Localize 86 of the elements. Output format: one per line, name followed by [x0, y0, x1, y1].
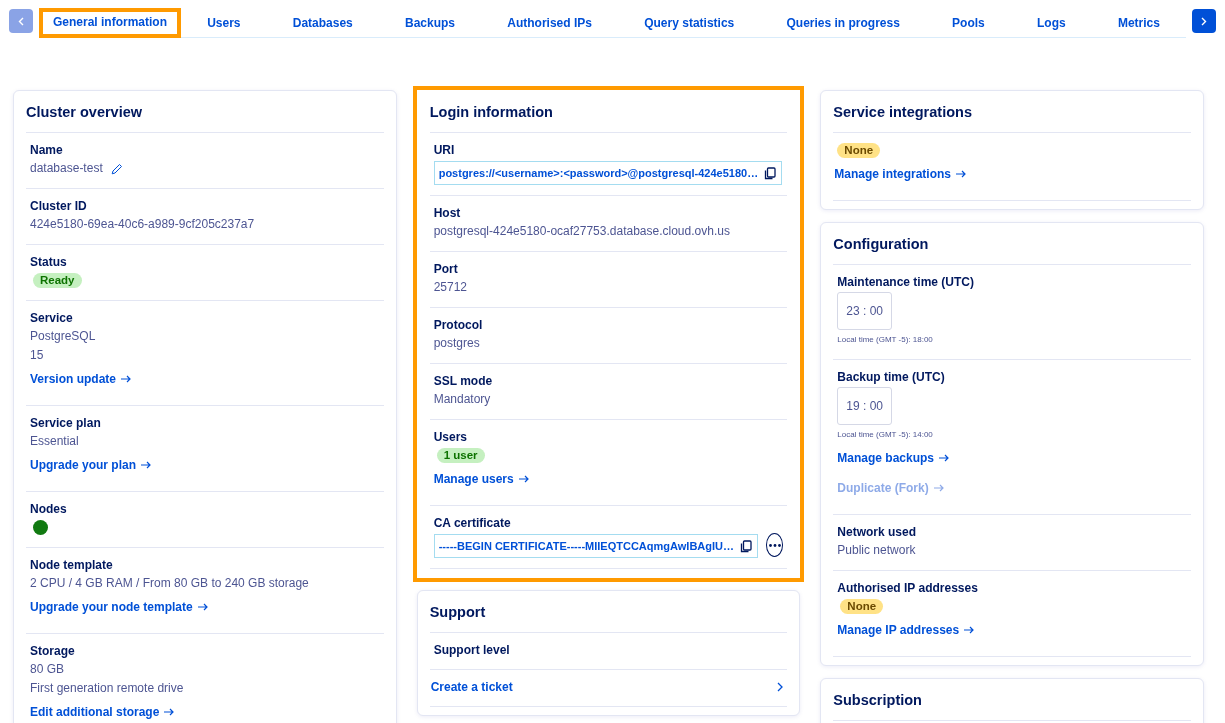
field-label: Cluster ID [30, 198, 88, 215]
field-value: First generation remote drive [30, 680, 185, 697]
time-field[interactable]: 19 : 00 [837, 387, 893, 425]
field-value: PostgreSQL [30, 328, 97, 345]
time-field[interactable]: 23 : 00 [837, 292, 893, 330]
copy-field[interactable]: -----BEGIN CERTIFICATE-----MIIEQTCCAqmgAwIBAgIU… [433, 534, 758, 558]
arrow-icon [964, 626, 975, 634]
helper-text: Local time (GMT -5): 14:00 [837, 429, 934, 441]
field-label: Service [30, 310, 74, 327]
arrow-icon [141, 461, 151, 469]
chevron-left-icon [18, 16, 24, 26]
helper-text: Local time (GMT -5): 18:00 [837, 334, 934, 346]
field-value: 424e5180-69ea-40c6-a989-9cf205c237a7 [30, 216, 256, 233]
field-label: Service plan [30, 415, 102, 432]
tab[interactable]: Logs [1010, 8, 1092, 37]
field-value: postgresql-424e5180-ocaf27753.database.cloud.ovh.us [433, 223, 731, 240]
status-badge: None [840, 599, 884, 614]
field-label: SSL mode [433, 373, 494, 390]
arrow-icon [164, 708, 175, 716]
copy-field[interactable]: postgres://<username>:<password>@postgresql-424e5180… [433, 161, 783, 185]
field-label: Support level [433, 642, 511, 659]
arrow-icon [518, 475, 529, 483]
chevron-right-icon [1201, 16, 1207, 26]
tab[interactable]: Authorised IPs [481, 8, 619, 37]
link[interactable]: Manage backups [837, 449, 950, 467]
arrow-icon [933, 484, 944, 492]
link[interactable]: Create a ticket [430, 678, 784, 696]
status-badge: None [837, 143, 881, 158]
card-title: Service integrations [833, 102, 1191, 133]
field-value: postgres [433, 335, 481, 352]
card-title: Cluster overview [26, 102, 384, 133]
field-value: 15 [30, 347, 45, 364]
ellipsis-icon [768, 543, 781, 547]
arrow-icon [197, 603, 208, 611]
pencil-icon[interactable] [110, 162, 123, 175]
status-badge: 1 user [436, 448, 485, 463]
card-title: Subscription [833, 690, 1191, 721]
card-title: Login information [429, 102, 788, 133]
field-label: CA certificate [433, 515, 512, 532]
status-badge: Ready [33, 273, 82, 288]
link[interactable]: Upgrade your plan [30, 456, 151, 474]
field-label: Network used [837, 524, 918, 541]
card-title: Support [429, 602, 788, 633]
field-label: Maintenance time (UTC) [837, 274, 976, 291]
field-label: Protocol [433, 317, 484, 334]
field-label: Name [30, 142, 64, 159]
field-label: Storage [30, 643, 76, 660]
field-value: 2 CPU / 4 GB RAM / From 80 GB to 240 GB storage [30, 575, 310, 592]
arrow-icon [121, 375, 132, 383]
tab[interactable]: Queries in progress [760, 8, 926, 37]
field-label: Node template [30, 557, 114, 574]
tab[interactable]: Pools [926, 8, 1011, 37]
field-label: Backup time (UTC) [837, 369, 946, 386]
field-value: Essential [30, 433, 80, 450]
field-value: 80 GB [30, 661, 66, 678]
chevron-right-icon [777, 682, 784, 692]
copy-icon[interactable] [740, 539, 752, 553]
field-label: Host [433, 205, 462, 222]
link[interactable]: Manage integrations [834, 165, 967, 183]
tab[interactable]: Users [181, 8, 267, 37]
card-title: Configuration [833, 234, 1191, 265]
tab[interactable]: Metrics [1091, 8, 1187, 37]
tab[interactable]: General information [39, 8, 182, 38]
link[interactable]: Manage users [433, 470, 529, 488]
field-value: Public network [837, 542, 917, 559]
arrow-icon [939, 454, 950, 462]
field-value: Mandatory [433, 391, 492, 408]
next-button[interactable] [1192, 9, 1216, 33]
field-label: URI [433, 142, 456, 159]
field-label: Nodes [30, 501, 68, 518]
tab[interactable]: Databases [266, 8, 379, 37]
link[interactable]: Upgrade your node template [30, 598, 208, 616]
copy-icon[interactable] [764, 166, 777, 180]
tab[interactable]: Backups [378, 8, 482, 37]
field-value: database-test [30, 160, 103, 177]
link[interactable]: Edit additional storage [30, 703, 175, 721]
field-label: Users [433, 429, 469, 446]
link[interactable]: Manage IP addresses [837, 621, 975, 639]
link[interactable]: Version update [30, 370, 132, 388]
arrow-icon [956, 170, 967, 178]
field-label: Status [30, 254, 68, 271]
field-label: Authorised IP addresses [837, 580, 979, 597]
field-value: 25712 [433, 279, 469, 296]
field-label: Port [433, 261, 459, 278]
more-button[interactable] [766, 533, 784, 557]
tab[interactable]: Query statistics [618, 8, 761, 37]
